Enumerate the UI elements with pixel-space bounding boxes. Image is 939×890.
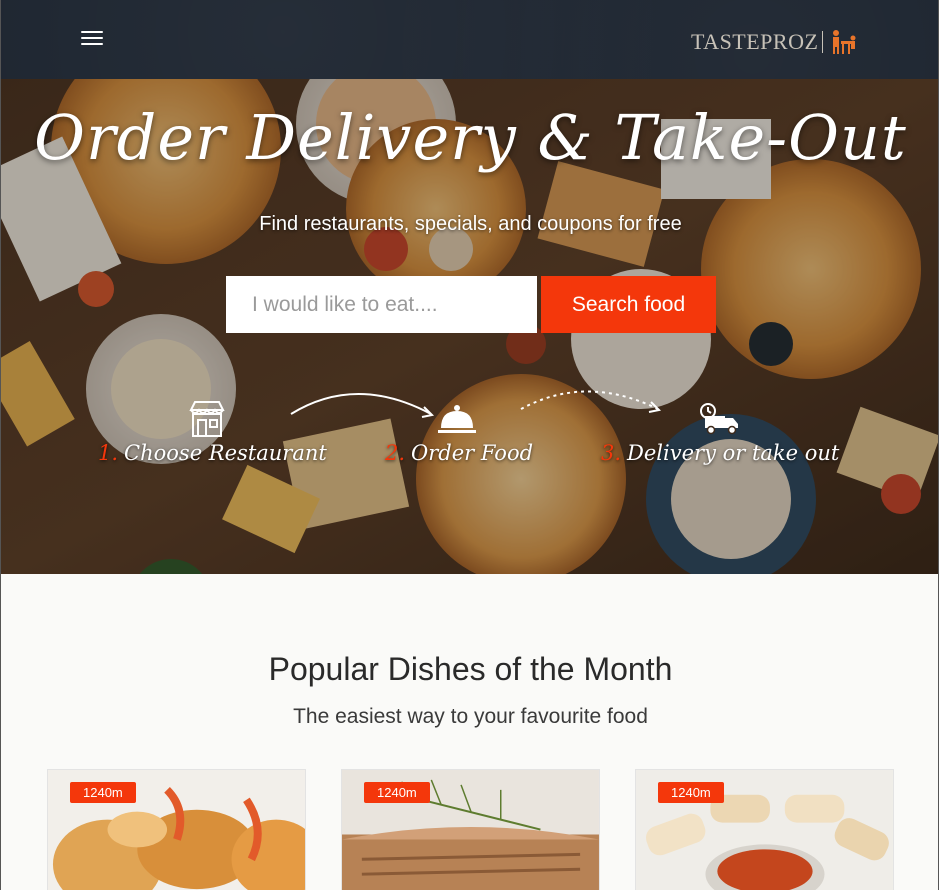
hero-banner: Order Delivery & Take-Out Find restauran… (1, 79, 938, 574)
step-label: Delivery or take out (627, 441, 840, 465)
distance-badge: 1240m (70, 782, 136, 803)
step-label: Choose Restaurant (124, 441, 327, 465)
step-label: Order Food (411, 441, 534, 465)
logo-divider (822, 31, 824, 53)
delivery-truck-icon (700, 403, 738, 435)
step-number: 3. (601, 441, 622, 465)
search-food-button[interactable]: Search food (541, 276, 716, 333)
hamburger-menu-icon[interactable] (81, 26, 103, 52)
step-delivery-or-take-out: 3. Delivery or take out (601, 441, 839, 465)
distance-badge: 1240m (364, 782, 430, 803)
hero-subtitle: Find restaurants, specials, and coupons … (259, 213, 682, 235)
step-arrows (290, 390, 662, 418)
search-input[interactable] (226, 276, 537, 333)
cloche-icon (438, 405, 476, 433)
logo-text: TASTEPROZ (691, 29, 819, 54)
top-navbar: TASTEPROZ (1, 0, 938, 79)
hero-title: Order Delivery & Take-Out (34, 101, 907, 174)
dish-card[interactable]: 1240m (635, 769, 894, 890)
search-bar: Search food (226, 276, 716, 333)
popular-section-subtitle: The easiest way to your favourite food (293, 705, 648, 728)
dish-card[interactable]: 1240m (47, 769, 306, 890)
distance-badge: 1240m (658, 782, 724, 803)
dish-card[interactable]: 1240m (341, 769, 600, 890)
step-number: 2. (385, 441, 406, 465)
brand-logo[interactable]: TASTEPROZ (691, 28, 857, 56)
step-order-food: 2. Order Food (385, 441, 533, 465)
step-choose-restaurant: 1. Choose Restaurant (98, 441, 327, 465)
popular-section-title: Popular Dishes of the Month (268, 651, 673, 687)
step-number: 1. (98, 441, 119, 465)
logo-people-icon (833, 30, 856, 54)
page: TASTEPROZ Order Delivery & Take-Out Find… (0, 0, 939, 890)
storefront-icon (189, 401, 225, 437)
